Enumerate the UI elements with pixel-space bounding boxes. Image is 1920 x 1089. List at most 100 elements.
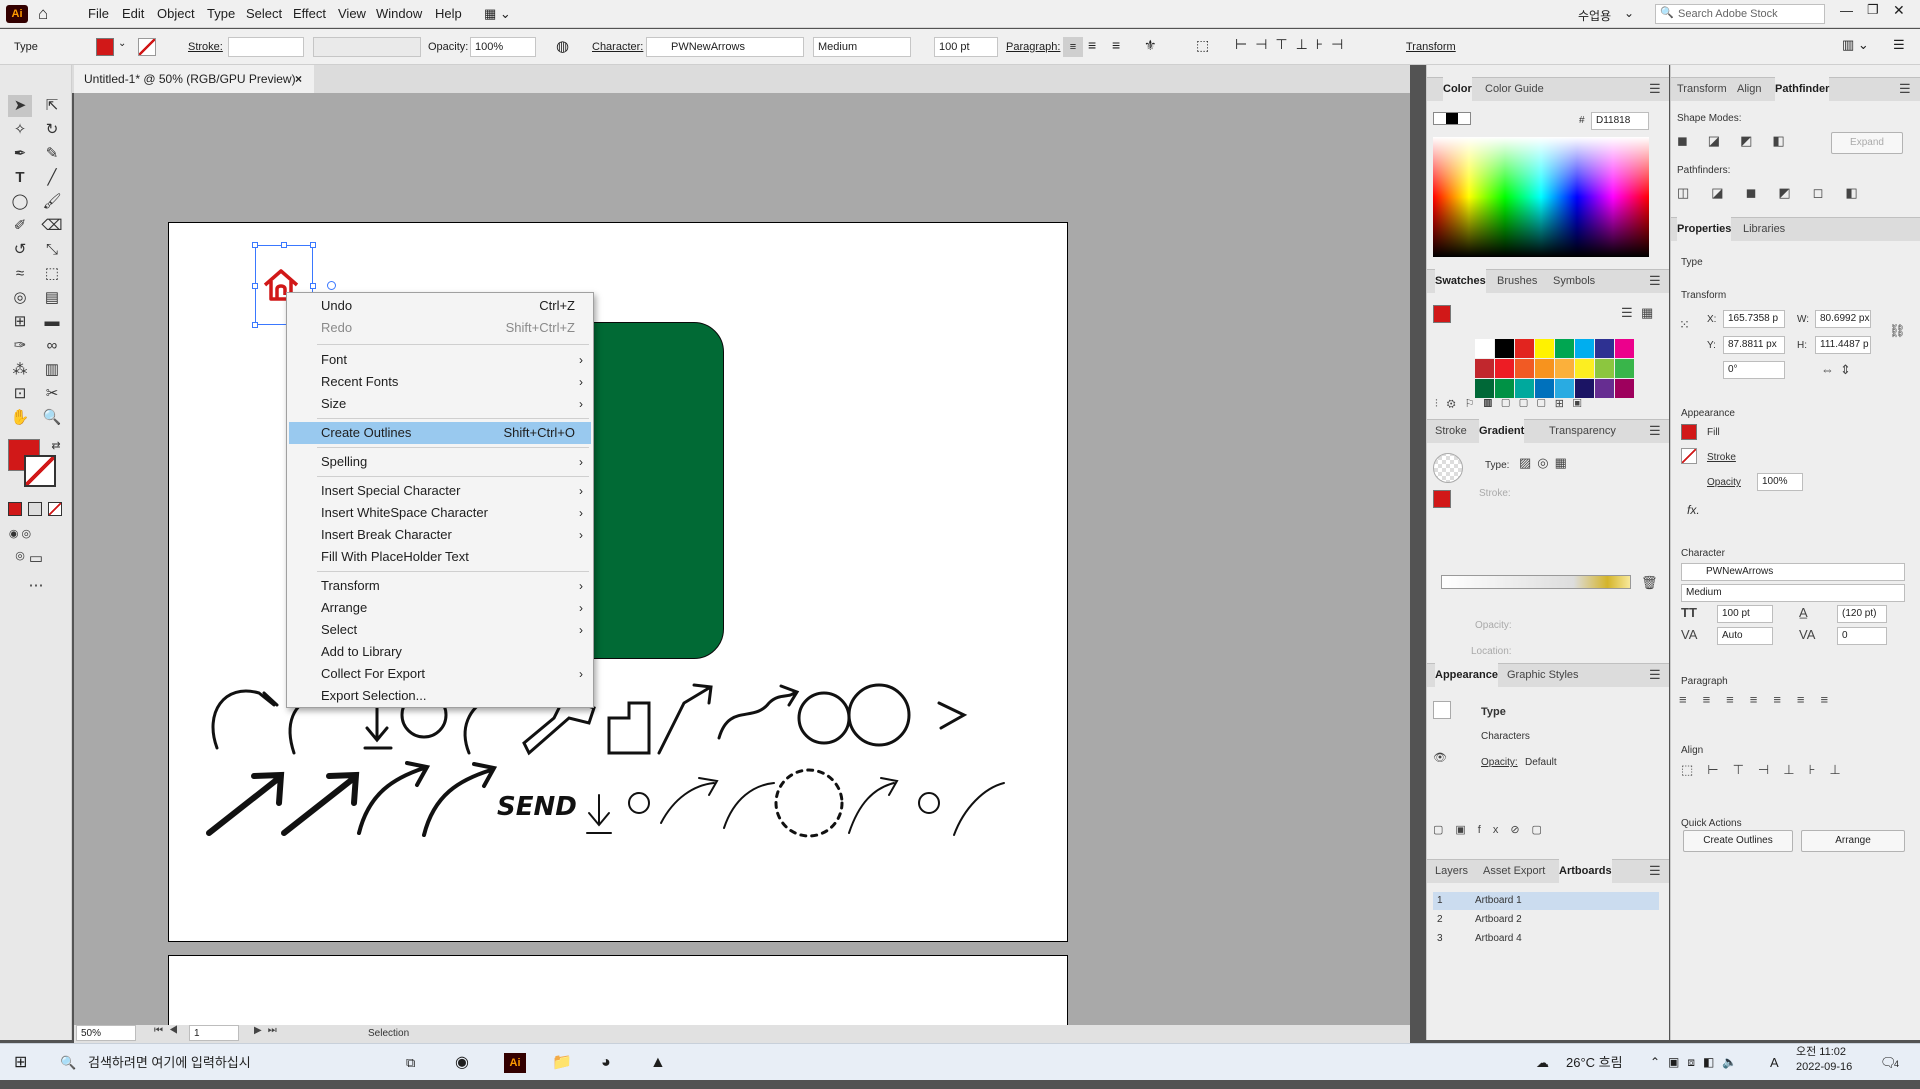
prop-leading-field[interactable]: (120 pt) [1837,605,1887,623]
color-swatch[interactable] [1475,379,1494,398]
color-swatch[interactable] [1535,379,1554,398]
menu-help[interactable]: Help [435,6,462,21]
gradient-type-icons[interactable]: ▨◎▦ [1519,455,1573,471]
gradient-mode-icon[interactable] [28,502,42,516]
clock-date[interactable]: 2022-09-16 [1796,1060,1852,1089]
warp-tool-icon[interactable]: ≈ [8,263,32,285]
prop-kerning-field[interactable]: Auto [1717,627,1773,645]
list-view-icon[interactable]: ☰ [1621,305,1633,321]
free-transform-tool-icon[interactable]: ⬚ [40,263,64,285]
scale-tool-icon[interactable]: ⤡ [40,239,64,261]
align-left-icon[interactable]: ≡ [1063,37,1083,57]
color-swatch[interactable] [1595,379,1614,398]
trash-icon[interactable]: 🗑 [1641,575,1658,591]
align-objects-icons[interactable]: ⊢⊣⊤⊥⊦⊣ [1235,36,1351,53]
menu-item-select[interactable]: Select › [289,619,591,641]
appearance-characters[interactable]: Characters [1481,731,1530,742]
pen-tool-icon[interactable]: ✒ [8,143,32,165]
selection-handle[interactable] [281,242,287,248]
color-swatch[interactable] [1615,339,1634,358]
panel-menu-icon[interactable]: ☰ [1899,81,1911,97]
menu-item-add-to-library[interactable]: Add to Library [289,641,591,663]
prop-font-dropdown[interactable]: PWNewArrows [1681,563,1905,581]
glyph-icon[interactable]: ⚜ [1144,37,1157,54]
gradient-preview[interactable] [1433,453,1463,483]
color-swatch[interactable] [1575,339,1594,358]
column-graph-tool-icon[interactable]: ▥ [40,359,64,381]
prop-stroke-swatch[interactable] [1681,448,1697,464]
chevron-down-icon[interactable]: ⌄ [118,38,126,49]
color-spectrum[interactable] [1433,137,1649,257]
color-swatch[interactable] [1575,379,1594,398]
y-field[interactable]: 87.8811 px [1723,336,1785,354]
menu-effect[interactable]: Effect [293,6,326,21]
document-tab[interactable]: Untitled-1* @ 50% (RGB/GPU Preview) × [74,65,314,93]
screen-mode-icon[interactable]: ▭ [24,548,48,570]
close-tab-icon[interactable]: × [295,65,302,93]
color-swatch[interactable] [1515,339,1534,358]
menu-view[interactable]: View [338,6,366,21]
menu-item-insert-whitespace[interactable]: Insert WhiteSpace Character › [289,502,591,524]
tab-appearance[interactable]: Appearance [1435,663,1498,687]
curvature-tool-icon[interactable]: ✎ [40,143,64,165]
tab-color-guide[interactable]: Color Guide [1485,77,1544,101]
selection-handle[interactable] [252,242,258,248]
type-handle[interactable] [327,281,336,290]
color-fill-stroke-mini[interactable] [1433,112,1471,125]
menu-object[interactable]: Object [157,6,195,21]
artboard-row-1[interactable]: 1 Artboard 1 [1433,892,1659,910]
menu-item-recent-fonts[interactable]: Recent Fonts › [289,371,591,393]
shape-builder-tool-icon[interactable]: ◎ [8,287,32,309]
color-mode-icon[interactable] [8,502,22,516]
selection-handle[interactable] [310,242,316,248]
artboard-nav-icons[interactable]: ⏮◀ [154,1025,184,1036]
tab-brushes[interactable]: Brushes [1497,269,1537,293]
rotate-tool-icon[interactable]: ↺ [8,239,32,261]
link-proportions-icon[interactable]: ⛓ [1889,323,1906,339]
mesh-tool-icon[interactable]: ⊞ [8,311,32,333]
edge-icon[interactable]: ◕ [601,1048,611,1077]
variable-width-dropdown[interactable] [313,37,421,57]
eye-icon[interactable]: 👁 [1433,751,1447,764]
stroke-swatch[interactable] [138,38,156,56]
color-swatch[interactable] [1615,359,1634,378]
prop-size-field[interactable]: 100 pt [1717,605,1773,623]
font-family-dropdown[interactable]: PWNewArrows [646,37,804,57]
file-explorer-icon[interactable]: 📁 [552,1048,572,1077]
color-swatch[interactable] [1535,339,1554,358]
gradient-fill-swatch[interactable] [1433,490,1451,508]
weather-text[interactable]: 26°C 흐림 [1566,1048,1623,1077]
tab-color[interactable]: Color [1443,77,1472,101]
artboard-2[interactable] [168,955,1068,1030]
color-swatch[interactable] [1495,379,1514,398]
color-swatch[interactable] [1575,359,1594,378]
prop-stroke-label[interactable]: Stroke [1707,452,1736,463]
menu-item-size[interactable]: Size › [289,393,591,415]
align-right-icon[interactable]: ≡ [1112,37,1120,53]
flip-icons[interactable]: ⇔⇕ [1821,362,1857,378]
color-swatch[interactable] [1515,379,1534,398]
panel-menu-icon[interactable]: ☰ [1649,863,1661,879]
prop-fill-swatch[interactable] [1681,424,1697,440]
illustrator-taskbar-icon[interactable]: Ai [504,1053,526,1073]
menu-edit[interactable]: Edit [122,6,144,21]
menu-select[interactable]: Select [246,6,282,21]
tab-graphic-styles[interactable]: Graphic Styles [1507,663,1579,687]
swatch-actions-icons[interactable]: ⫶⚙⚐▦▢▢▢⊞▣ [1435,397,1591,411]
eraser-tool-icon[interactable]: ⌫ [40,215,64,237]
windows-start-icon[interactable]: ⊞ [14,1048,27,1077]
gradient-tool-icon[interactable]: ▬ [40,311,64,333]
tab-properties[interactable]: Properties [1677,217,1732,241]
pathfinder-icons[interactable]: ◫◪◼◩◻◧ [1677,185,1880,201]
zoom-field[interactable]: 50% [76,1025,136,1041]
appearance-opacity-label[interactable]: Opacity: [1481,757,1518,768]
swap-fill-stroke-icon[interactable]: ⇄ [44,435,68,457]
minimize-button[interactable]: — [1840,3,1853,18]
paragraph-align-icons[interactable]: ≡≡≡≡≡≡≡ [1679,692,1844,707]
direct-selection-tool-icon[interactable]: ⇱ [40,95,64,117]
reference-point-icon[interactable]: ⁙ [1679,317,1690,333]
align-icons[interactable]: ⬚⊢⊤⊣⊥⊦⊥ [1681,762,1855,778]
grid-view-icon[interactable]: ▦ [1641,305,1653,321]
w-field[interactable]: 80.6992 px [1815,310,1871,328]
tab-layers[interactable]: Layers [1435,859,1468,883]
